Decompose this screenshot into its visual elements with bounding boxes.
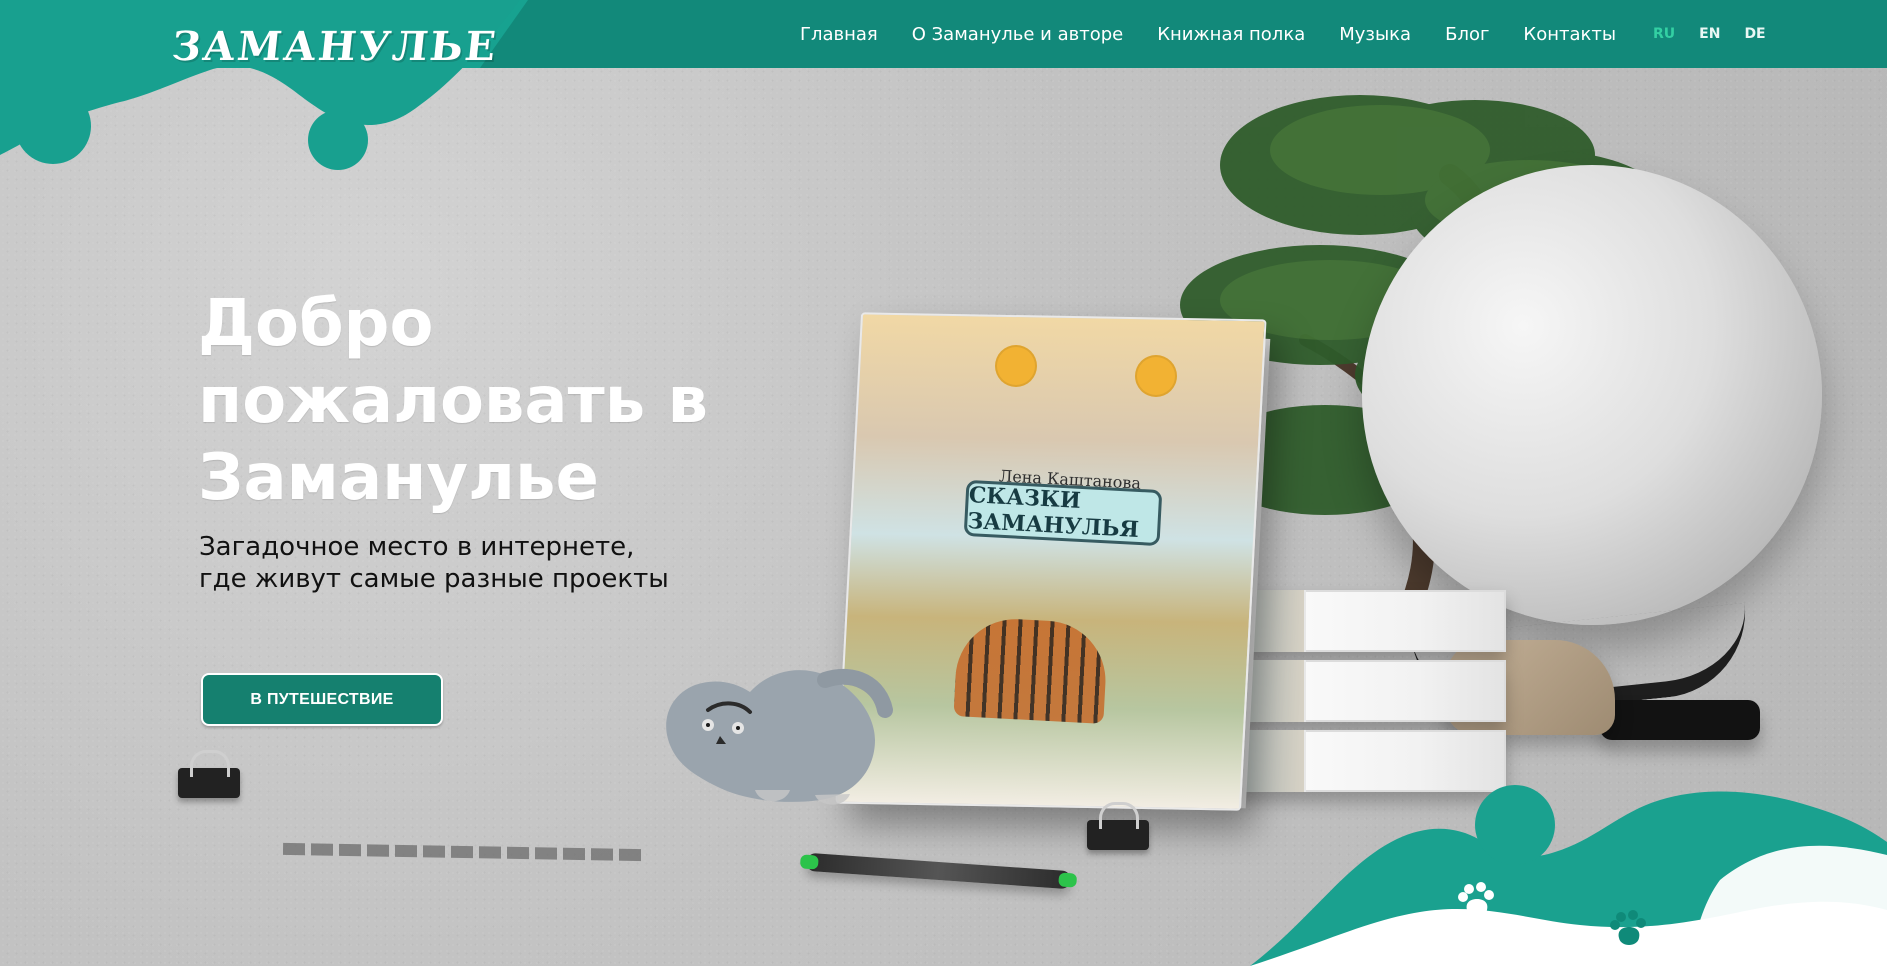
paper-clips: [282, 842, 644, 862]
moon-icon: [995, 345, 1037, 387]
moon-icon: [1135, 355, 1177, 397]
binder-clip: [178, 750, 240, 798]
hero-scene: Лена Каштанова СКАЗКИ ЗАМАНУЛЬЯ: [0, 0, 1887, 966]
marker-pen: [805, 852, 1072, 890]
book-cover: [835, 312, 1267, 811]
bottom-decorative-blob: [1250, 785, 1887, 966]
paw-icon: [1458, 882, 1494, 917]
globe-base: [1600, 700, 1760, 740]
book-title: СКАЗКИ ЗАМАНУЛЬЯ: [963, 479, 1163, 547]
paw-icon: [1610, 910, 1646, 945]
manul-cat-figurine: [666, 668, 893, 805]
stacked-book: [1212, 660, 1506, 722]
globe: [1362, 165, 1822, 625]
binder-clip: [1087, 802, 1149, 850]
